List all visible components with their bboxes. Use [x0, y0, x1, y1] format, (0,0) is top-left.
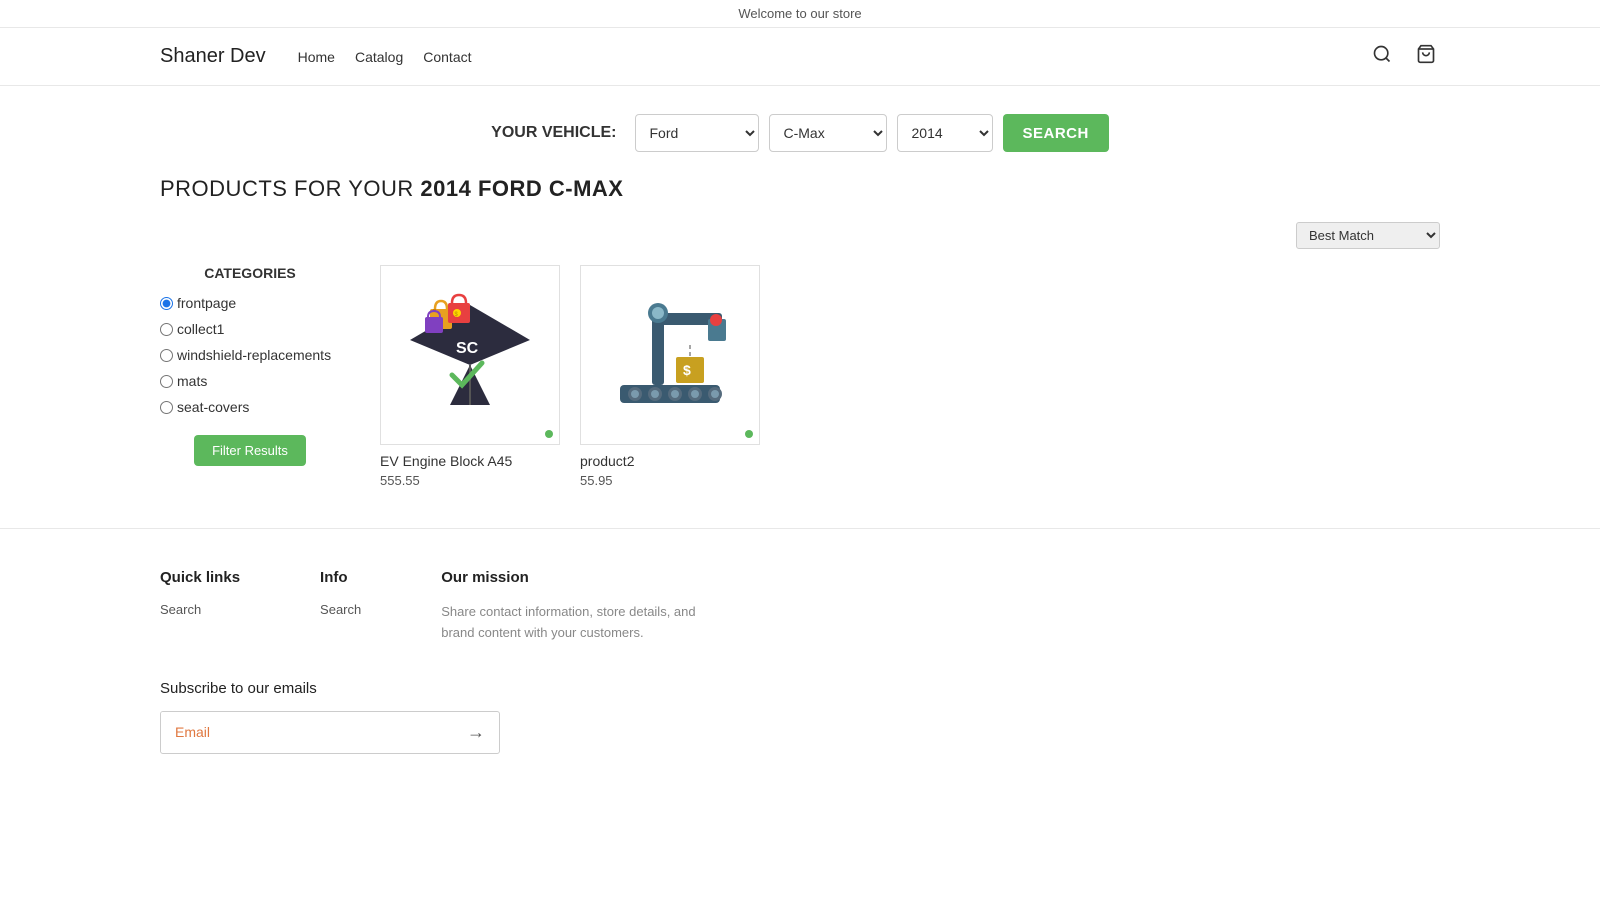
sidebar: CATEGORIES frontpage collect1 windshield…: [160, 265, 340, 488]
product-name: product2: [580, 453, 760, 469]
list-item: mats: [160, 373, 340, 389]
list-item: collect1: [160, 321, 340, 337]
nav-contact[interactable]: Contact: [423, 49, 471, 65]
product-image: $ SC: [380, 265, 560, 445]
category-label: mats: [177, 373, 207, 389]
main-nav: Home Catalog Contact: [298, 49, 472, 65]
list-item: seat-covers: [160, 399, 340, 415]
footer-search-link-1[interactable]: Search: [160, 602, 240, 617]
category-radio-frontpage[interactable]: [160, 297, 173, 310]
year-select[interactable]: 2014 2015 2013: [897, 114, 993, 152]
products-grid: $ SC EV Engine Block A45 555.55: [380, 265, 1440, 488]
category-radio-mats[interactable]: [160, 375, 173, 388]
nav-home[interactable]: Home: [298, 49, 335, 65]
model-select[interactable]: C-Max Explorer F-150 Mustang: [769, 114, 887, 152]
vehicle-selector: YOUR VEHICLE: Ford Chevrolet Toyota Hond…: [0, 86, 1600, 176]
main-content: PRODUCTS FOR YOUR 2014 FORD C-MAX Best M…: [0, 176, 1600, 528]
category-label: frontpage: [177, 295, 236, 311]
nav-catalog[interactable]: Catalog: [355, 49, 403, 65]
header-left: Shaner Dev Home Catalog Contact: [160, 45, 472, 68]
top-bar: Welcome to our store: [0, 0, 1600, 28]
svg-text:SC: SC: [456, 340, 479, 357]
cart-icon-button[interactable]: [1412, 40, 1440, 73]
brand-logo[interactable]: Shaner Dev: [160, 45, 266, 68]
footer-search-link-2[interactable]: Search: [320, 602, 361, 617]
category-radio-windshield[interactable]: [160, 349, 173, 362]
footer-mission: Our mission Share contact information, s…: [441, 569, 721, 644]
product-image: $: [580, 265, 760, 445]
title-bold: 2014 FORD C-MAX: [420, 176, 623, 201]
product-status-dot: [745, 430, 753, 438]
svg-text:$: $: [683, 362, 691, 378]
product-card[interactable]: $ SC EV Engine Block A45 555.55: [380, 265, 560, 488]
footer-info: Info Search: [320, 569, 361, 644]
footer-info-heading: Info: [320, 569, 361, 586]
content-area: CATEGORIES frontpage collect1 windshield…: [160, 265, 1440, 488]
make-select[interactable]: Ford Chevrolet Toyota Honda: [635, 114, 759, 152]
header: Shaner Dev Home Catalog Contact: [0, 28, 1600, 86]
title-prefix: PRODUCTS FOR YOUR: [160, 176, 420, 201]
subscribe-section: Subscribe to our emails →: [160, 680, 1440, 754]
sidebar-title: CATEGORIES: [160, 265, 340, 281]
footer: Quick links Search Info Search Our missi…: [0, 528, 1600, 814]
footer-quick-links: Quick links Search: [160, 569, 240, 644]
category-label: collect1: [177, 321, 224, 337]
category-radio-seat-covers[interactable]: [160, 401, 173, 414]
list-item: windshield-replacements: [160, 347, 340, 363]
subscribe-heading: Subscribe to our emails: [160, 680, 1440, 697]
footer-quick-links-heading: Quick links: [160, 569, 240, 586]
sort-row: Best Match Price: Low to High Price: Hig…: [160, 222, 1440, 249]
category-list: frontpage collect1 windshield-replacemen…: [160, 295, 340, 415]
product-price: 555.55: [380, 473, 560, 488]
email-submit-button[interactable]: →: [453, 712, 499, 753]
category-label: seat-covers: [177, 399, 249, 415]
search-icon-button[interactable]: [1368, 40, 1396, 73]
product-name: EV Engine Block A45: [380, 453, 560, 469]
vehicle-label: YOUR VEHICLE:: [491, 124, 616, 142]
filter-results-button[interactable]: Filter Results: [194, 435, 306, 466]
email-input[interactable]: [161, 712, 453, 752]
footer-mission-heading: Our mission: [441, 569, 721, 586]
top-bar-message: Welcome to our store: [738, 6, 861, 21]
page-title: PRODUCTS FOR YOUR 2014 FORD C-MAX: [160, 176, 1440, 202]
footer-mission-text: Share contact information, store details…: [441, 602, 721, 644]
product-status-dot: [545, 430, 553, 438]
footer-columns: Quick links Search Info Search Our missi…: [160, 569, 1440, 644]
header-icons: [1368, 40, 1440, 73]
category-label: windshield-replacements: [177, 347, 331, 363]
sort-select[interactable]: Best Match Price: Low to High Price: Hig…: [1296, 222, 1440, 249]
list-item: frontpage: [160, 295, 340, 311]
product-price: 55.95: [580, 473, 760, 488]
email-form: →: [160, 711, 500, 754]
vehicle-search-button[interactable]: SEARCH: [1003, 114, 1109, 152]
product-card[interactable]: $ product2 55.95: [580, 265, 760, 488]
category-radio-collect1[interactable]: [160, 323, 173, 336]
